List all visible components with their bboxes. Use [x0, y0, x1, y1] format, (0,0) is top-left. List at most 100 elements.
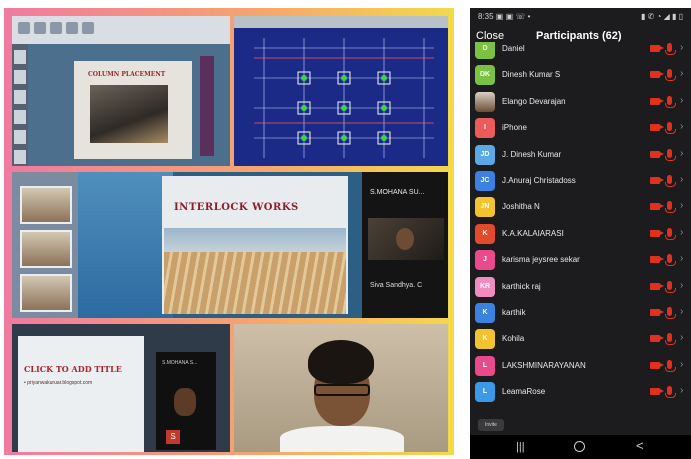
participant-name: Daniel [502, 44, 525, 53]
mic-muted-icon [665, 307, 676, 319]
chevron-right-icon[interactable]: › [680, 306, 683, 317]
mic-muted-icon [665, 95, 676, 108]
participant-row[interactable]: DK Dinesh Kumar S › [470, 62, 691, 88]
chevron-right-icon[interactable]: › [680, 95, 683, 106]
mic-muted-icon [665, 359, 676, 372]
chevron-right-icon[interactable]: › [680, 359, 683, 370]
status-icons: ▮ ✆ ◔ ◢ ▮ ▯ [640, 12, 683, 21]
mic-muted-icon [665, 254, 676, 267]
participant-name: Joshitha N [502, 202, 540, 212]
chevron-right-icon[interactable]: › [680, 280, 683, 291]
speaker-video [368, 218, 444, 260]
chevron-right-icon[interactable]: › [680, 253, 683, 264]
video-off-icon [650, 282, 664, 290]
participant-name: karthik [502, 308, 526, 317]
participant-row[interactable]: Elango Devarajan › [470, 89, 691, 115]
slide-paving [164, 252, 346, 314]
slide-thumbnails [12, 44, 28, 166]
status-bar: 8:35 ▣ ▣ ☏ • ▮ ✆ ◔ ◢ ▮ ▯ [470, 8, 691, 26]
chevron-right-icon[interactable]: › [680, 227, 683, 238]
slide-photo [90, 85, 168, 143]
side-strip [200, 56, 214, 156]
participant-initial-badge: S [166, 430, 180, 444]
mic-muted-icon [665, 386, 676, 399]
participant-row[interactable]: L LAKSHMINARAYANAN › [470, 353, 691, 379]
participant-row[interactable]: L LeamaRose › [470, 379, 691, 405]
back-icon[interactable]: < [636, 438, 644, 453]
participant-avatar: K [475, 329, 495, 350]
participant-row[interactable]: IiPhone › [470, 115, 691, 141]
slide-preview: INTERLOCK WORKS [162, 176, 348, 314]
chevron-right-icon[interactable]: › [680, 42, 683, 53]
speaker-name: S.MOHANA SU... [370, 189, 425, 196]
participant-row[interactable]: D Daniel › [470, 42, 691, 62]
cad-toolbar [234, 16, 448, 28]
participant-avatar: JN [475, 197, 495, 218]
participant-name: LAKSHMINARAYANAN [502, 360, 586, 370]
chevron-right-icon[interactable]: › [680, 385, 683, 396]
chevron-right-icon[interactable]: › [680, 148, 683, 159]
participant-name: J.Anuraj Christadoss [502, 176, 576, 185]
participant-avatar [475, 91, 495, 112]
participant-row[interactable]: JC J.Anuraj Christadoss › [470, 168, 691, 194]
document-title: CLICK TO ADD TITLE [24, 364, 122, 374]
participant-name: K.A.KALAIARASI [502, 228, 564, 238]
mic-muted-icon [665, 69, 676, 82]
video-off-icon [650, 388, 664, 396]
participant-name: iPhone [502, 123, 527, 133]
home-icon[interactable] [574, 441, 585, 452]
participant-name: Siva Sandhya. C [370, 282, 423, 289]
participant-avatar: KR [475, 276, 495, 297]
participant-avatar: D [475, 42, 495, 59]
mic-muted-icon [665, 122, 676, 135]
slide-title: COLUMN PLACEMENT [88, 71, 166, 78]
slide-thumbnails [12, 172, 78, 318]
video-off-icon [650, 229, 664, 237]
participant-row[interactable]: KR karthick raj › [470, 274, 691, 300]
speaker-panel: S.MOHANA SU... Siva Sandhya. C [362, 172, 448, 318]
chevron-right-icon[interactable]: › [680, 121, 683, 132]
participant-avatar: K [475, 223, 495, 244]
video-off-icon [650, 361, 664, 369]
video-off-icon [650, 256, 664, 264]
participant-avatar: L [475, 382, 495, 403]
participant-name: S.MOHANA S... [162, 360, 198, 366]
participant-name: karisma jeysree sekar [502, 255, 580, 265]
participants-screen: 8:35 ▣ ▣ ☏ • ▮ ✆ ◔ ◢ ▮ ▯ Close Participa… [470, 8, 691, 459]
participant-row[interactable]: Kkarthik › [470, 300, 691, 326]
document-page: CLICK TO ADD TITLE • priyanwakuruar.blog… [18, 336, 144, 452]
mic-muted-icon [665, 175, 676, 187]
video-gallery: COLUMN PLACEMENT INTERLOCK WORKS S.MOHAN… [4, 8, 454, 455]
participant-avatar: JD [475, 144, 495, 165]
app-ribbon [12, 16, 230, 44]
participant-name: LeamaRose [502, 387, 546, 397]
participant-avatar: J [475, 250, 495, 271]
bottom-toolbar: Invite [470, 416, 691, 434]
shared-screen-tile-presentation[interactable]: COLUMN PLACEMENT [12, 16, 230, 166]
chevron-right-icon[interactable]: › [680, 332, 683, 343]
slide-background [78, 172, 173, 318]
page-title: Participants (62) [536, 30, 622, 42]
participant-list[interactable]: D Daniel › DK Dinesh Kumar S › Elango Devaraja… [470, 42, 691, 414]
video-off-icon [650, 309, 664, 316]
participant-row[interactable]: K Kohila › [470, 326, 691, 352]
participant-name: karthick raj [502, 281, 541, 291]
participant-row[interactable]: JD J. Dinesh Kumar › [470, 142, 691, 168]
video-off-icon [650, 124, 664, 132]
shared-screen-tile-cad[interactable] [234, 16, 448, 166]
chevron-right-icon[interactable]: › [680, 200, 683, 211]
participant-row[interactable]: Jkarisma jeysree sekar › [470, 247, 691, 273]
shared-screen-tile-document[interactable]: CLICK TO ADD TITLE • priyanwakuruar.blog… [12, 324, 230, 452]
chevron-right-icon[interactable]: › [680, 174, 683, 185]
recents-icon[interactable]: ||| [516, 441, 525, 453]
chevron-right-icon[interactable]: › [680, 68, 683, 79]
participant-row[interactable]: JN Joshitha N › [470, 194, 691, 220]
close-button[interactable]: Close [476, 30, 504, 42]
android-nav-bar: ||| < [470, 435, 691, 459]
shared-screen-tile-interlock[interactable]: INTERLOCK WORKS S.MOHANA SU... Siva Sand… [12, 172, 448, 318]
participant-row[interactable]: K K.A.KALAIARASI › [470, 221, 691, 247]
participant-name: Elango Devarajan [502, 96, 566, 106]
invite-button[interactable]: Invite [478, 419, 504, 431]
cad-drawing [254, 38, 434, 158]
webcam-tile[interactable] [234, 324, 448, 452]
